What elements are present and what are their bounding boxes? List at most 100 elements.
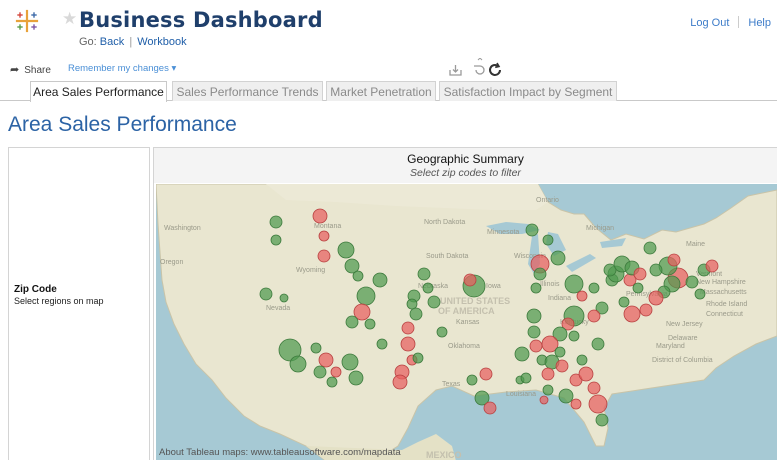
share-button[interactable]: ➦ Share [10, 63, 51, 76]
sales-point[interactable] [526, 308, 542, 324]
sales-point[interactable] [483, 401, 497, 415]
sales-point[interactable] [618, 296, 630, 308]
sales-point[interactable] [479, 367, 493, 381]
sales-point[interactable] [427, 295, 441, 309]
sales-point[interactable] [289, 355, 307, 373]
sales-point[interactable] [667, 253, 681, 267]
sales-point[interactable] [578, 366, 594, 382]
sales-point[interactable] [542, 384, 554, 396]
sales-point[interactable] [270, 234, 282, 246]
sales-point[interactable] [639, 303, 653, 317]
refresh-icon[interactable] [489, 62, 501, 76]
sales-point[interactable] [705, 259, 719, 273]
revert-icon[interactable] [474, 58, 485, 75]
sales-point[interactable] [588, 282, 600, 294]
sales-point[interactable] [269, 215, 283, 229]
tab-sales-performance-trends[interactable]: Sales Performance Trends [172, 81, 323, 101]
logout-link[interactable]: Log Out [690, 17, 729, 29]
back-link[interactable]: Back [100, 36, 124, 48]
sales-point[interactable] [576, 290, 588, 302]
sales-point[interactable] [685, 275, 699, 289]
sales-point[interactable] [587, 309, 601, 323]
sales-point[interactable] [595, 413, 609, 427]
sales-point[interactable] [542, 234, 554, 246]
workbook-link[interactable]: Workbook [137, 36, 186, 48]
sales-point[interactable] [356, 286, 376, 306]
sales-point[interactable] [463, 273, 477, 287]
sales-point[interactable] [310, 342, 322, 354]
sales-point[interactable] [527, 325, 541, 339]
sales-point[interactable] [550, 250, 566, 266]
sales-point[interactable] [364, 318, 376, 330]
sales-point[interactable] [330, 366, 342, 378]
sales-point[interactable] [520, 372, 532, 384]
sales-point[interactable] [568, 330, 580, 342]
sales-point[interactable] [588, 394, 608, 414]
sales-point[interactable] [279, 293, 289, 303]
sales-point[interactable] [348, 370, 364, 386]
sales-point[interactable] [400, 336, 416, 352]
sales-point[interactable] [392, 374, 408, 390]
sales-point[interactable] [466, 374, 478, 386]
map-canvas[interactable]: Washington Montana North Dakota Minnesota On… [156, 184, 777, 460]
sales-point[interactable] [417, 267, 431, 281]
tableau-logo-icon[interactable] [14, 8, 40, 34]
sales-point[interactable] [564, 274, 584, 294]
sales-point[interactable] [352, 270, 364, 282]
sales-point[interactable] [318, 230, 330, 242]
sales-point[interactable] [326, 376, 338, 388]
sales-point[interactable] [694, 288, 706, 300]
remember-changes-dropdown[interactable]: Remember my changes ▾ [68, 63, 176, 74]
sales-point[interactable] [436, 326, 448, 338]
sales-point[interactable] [623, 305, 641, 323]
sales-point[interactable] [406, 298, 418, 310]
sales-point[interactable] [555, 359, 569, 373]
sales-point[interactable] [514, 346, 530, 362]
map-label: Oklahoma [448, 343, 480, 350]
sales-point[interactable] [633, 267, 647, 281]
sales-point[interactable] [259, 287, 273, 301]
us-map[interactable]: Washington Montana North Dakota Minnesota On… [156, 184, 777, 460]
sales-point[interactable] [376, 338, 388, 350]
sales-point[interactable] [412, 352, 424, 364]
help-link[interactable]: Help [748, 17, 771, 29]
sales-point[interactable] [318, 352, 334, 368]
sales-point[interactable] [422, 282, 434, 294]
sales-point[interactable] [345, 315, 359, 329]
sales-point[interactable] [587, 381, 601, 395]
sales-point[interactable] [530, 282, 542, 294]
download-icon[interactable] [449, 65, 462, 76]
star-icon[interactable]: ★ [62, 10, 77, 27]
zip-code-filter-panel[interactable]: Zip Code Select regions on map [8, 147, 150, 460]
sales-point[interactable] [529, 339, 543, 353]
sales-point[interactable] [312, 208, 328, 224]
map-header: Geographic Summary Select zip codes to f… [154, 148, 777, 183]
sales-point[interactable] [649, 263, 663, 277]
tab-satisfaction-impact-by-segment[interactable]: Satisfaction Impact by Segment [439, 81, 617, 101]
sales-point[interactable] [591, 337, 605, 351]
sales-point[interactable] [401, 321, 415, 335]
sales-point[interactable] [533, 267, 547, 281]
sales-point[interactable] [576, 354, 588, 366]
tab-market-penetration[interactable]: Market Penetration [326, 81, 436, 101]
sales-point[interactable] [341, 353, 359, 371]
sales-point[interactable] [632, 282, 644, 294]
sales-point[interactable] [337, 241, 355, 259]
sales-point[interactable] [541, 367, 555, 381]
sales-point[interactable] [317, 249, 331, 263]
tab-area-sales-performance[interactable]: Area Sales Performance [30, 81, 167, 102]
sales-point[interactable] [554, 346, 566, 358]
share-arrow-icon: ➦ [10, 64, 20, 76]
sales-point[interactable] [570, 398, 582, 410]
sales-point[interactable] [409, 307, 423, 321]
sales-point[interactable] [643, 241, 657, 255]
map-attribution[interactable]: About Tableau maps: www.tableausoftware.… [159, 447, 401, 458]
sales-point[interactable] [648, 290, 664, 306]
sales-point[interactable] [558, 388, 574, 404]
sales-point[interactable] [525, 223, 539, 237]
sales-point[interactable] [539, 395, 549, 405]
sales-point[interactable] [372, 272, 388, 288]
map-label: South Dakota [426, 253, 469, 260]
map-title: Geographic Summary [407, 152, 524, 166]
sales-point[interactable] [313, 365, 327, 379]
